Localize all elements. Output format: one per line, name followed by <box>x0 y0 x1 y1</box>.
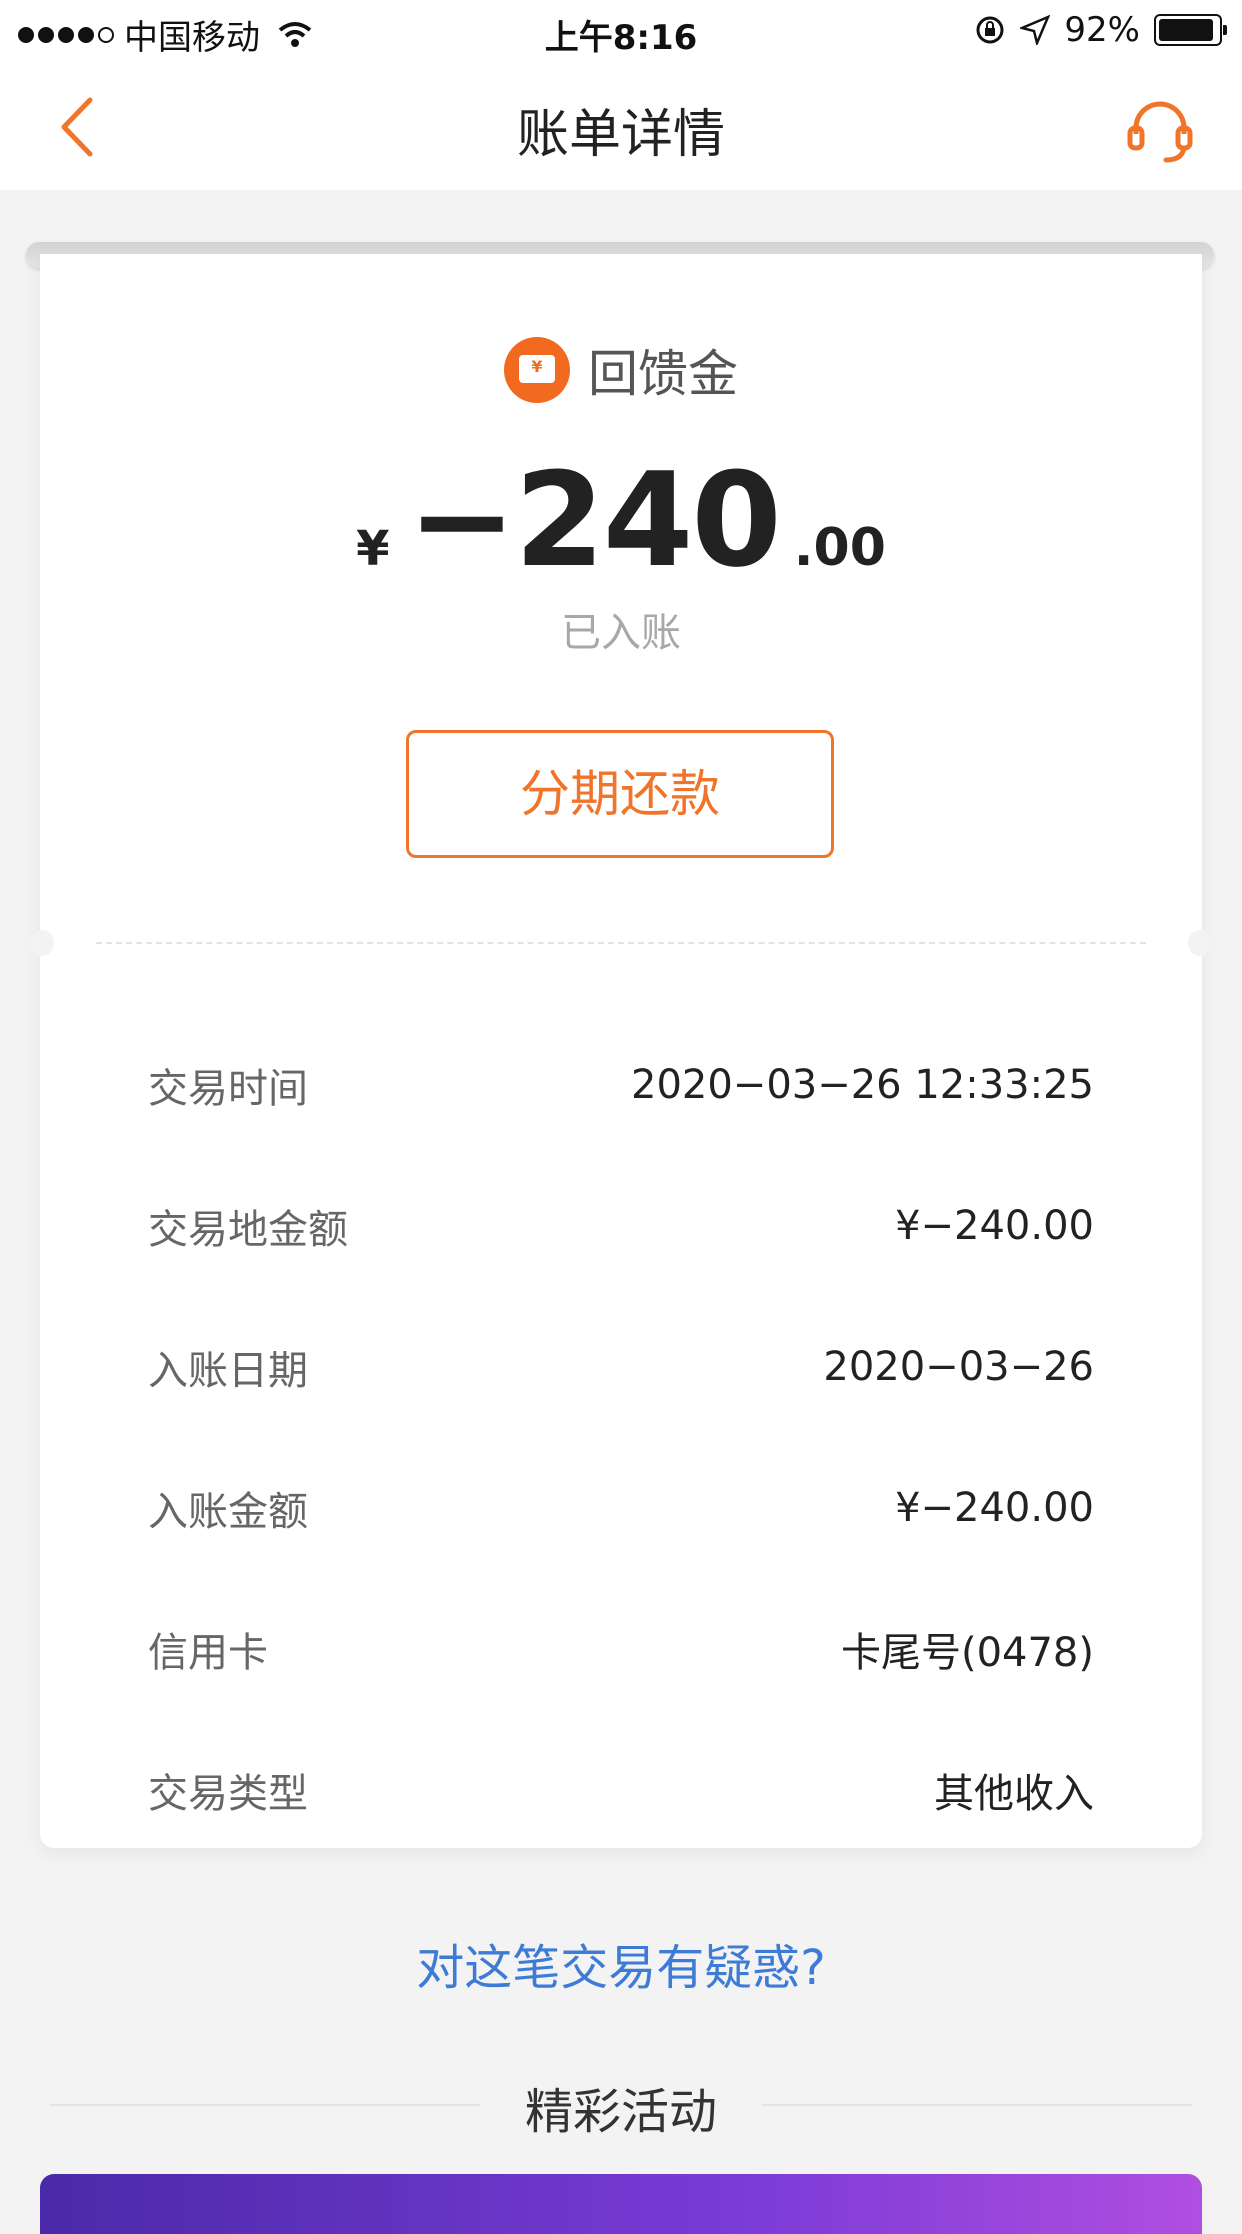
detail-label: 入账金额 <box>148 1488 308 1535</box>
installment-repay-button[interactable]: 分期还款 <box>406 730 834 858</box>
perforation-divider <box>96 942 1146 944</box>
posting-status: 已入账 <box>561 610 681 656</box>
nav-bar: 账单详情 <box>0 62 1242 190</box>
detail-row-credit-card: 信用卡 卡尾号(0478) <box>148 1578 1094 1719</box>
detail-label: 入账日期 <box>148 1347 308 1394</box>
category-label: 回馈金 <box>588 345 738 403</box>
page-title: 账单详情 <box>516 105 725 165</box>
location-icon <box>1020 15 1051 45</box>
battery-percent: 92% <box>1064 10 1140 50</box>
activities-section-header: 精彩活动 <box>50 2072 1192 2140</box>
divider-right <box>762 2104 1192 2106</box>
detail-value: 2020−03−26 <box>823 1343 1094 1390</box>
card-notch-left <box>30 930 54 956</box>
section-title: 精彩活动 <box>524 2084 717 2140</box>
status-right: 92% <box>974 10 1227 50</box>
dispute-transaction-link[interactable]: 对这笔交易有疑惑? <box>0 1928 1242 1998</box>
detail-value: 其他收入 <box>934 1770 1094 1817</box>
transaction-card: 回馈金 ¥ −240 .00 已入账 分期还款 交易时间 2020−03−26 … <box>30 254 1212 1848</box>
transaction-amount: ¥ −240 .00 <box>40 444 1202 596</box>
detail-label: 交易类型 <box>148 1770 308 1817</box>
detail-value: 2020−03−26 12:33:25 <box>631 1061 1094 1108</box>
orientation-lock-icon <box>976 16 1004 44</box>
detail-label: 信用卡 <box>148 1629 268 1676</box>
detail-label: 交易地金额 <box>148 1206 348 1253</box>
detail-value: ¥−240.00 <box>895 1484 1094 1531</box>
detail-value: ¥−240.00 <box>895 1202 1094 1249</box>
wallet-icon <box>504 337 570 403</box>
amount-decimal: .00 <box>793 518 886 578</box>
detail-list: 交易时间 2020−03−26 12:33:25 交易地金额 ¥−240.00 … <box>148 1014 1094 1860</box>
detail-label: 交易时间 <box>148 1065 308 1112</box>
detail-row-transaction-type: 交易类型 其他收入 <box>148 1719 1094 1860</box>
card-notch-right <box>1188 930 1212 956</box>
headset-icon[interactable] <box>1126 98 1194 164</box>
promo-banner[interactable] <box>40 2174 1202 2234</box>
detail-value: 卡尾号(0478) <box>840 1629 1094 1676</box>
amount-integer: −240 <box>407 444 781 596</box>
detail-row-local-amount: 交易地金额 ¥−240.00 <box>148 1155 1094 1296</box>
amount-currency: ¥ <box>356 521 390 577</box>
battery-icon <box>1154 14 1227 46</box>
detail-row-posted-amount: 入账金额 ¥−240.00 <box>148 1437 1094 1578</box>
transaction-category: 回馈金 <box>40 334 1202 406</box>
status-bar: 中国移动 上午8:16 92% <box>0 0 1242 62</box>
detail-row-posting-date: 入账日期 2020−03−26 <box>148 1296 1094 1437</box>
detail-row-transaction-time: 交易时间 2020−03−26 12:33:25 <box>148 1014 1094 1155</box>
